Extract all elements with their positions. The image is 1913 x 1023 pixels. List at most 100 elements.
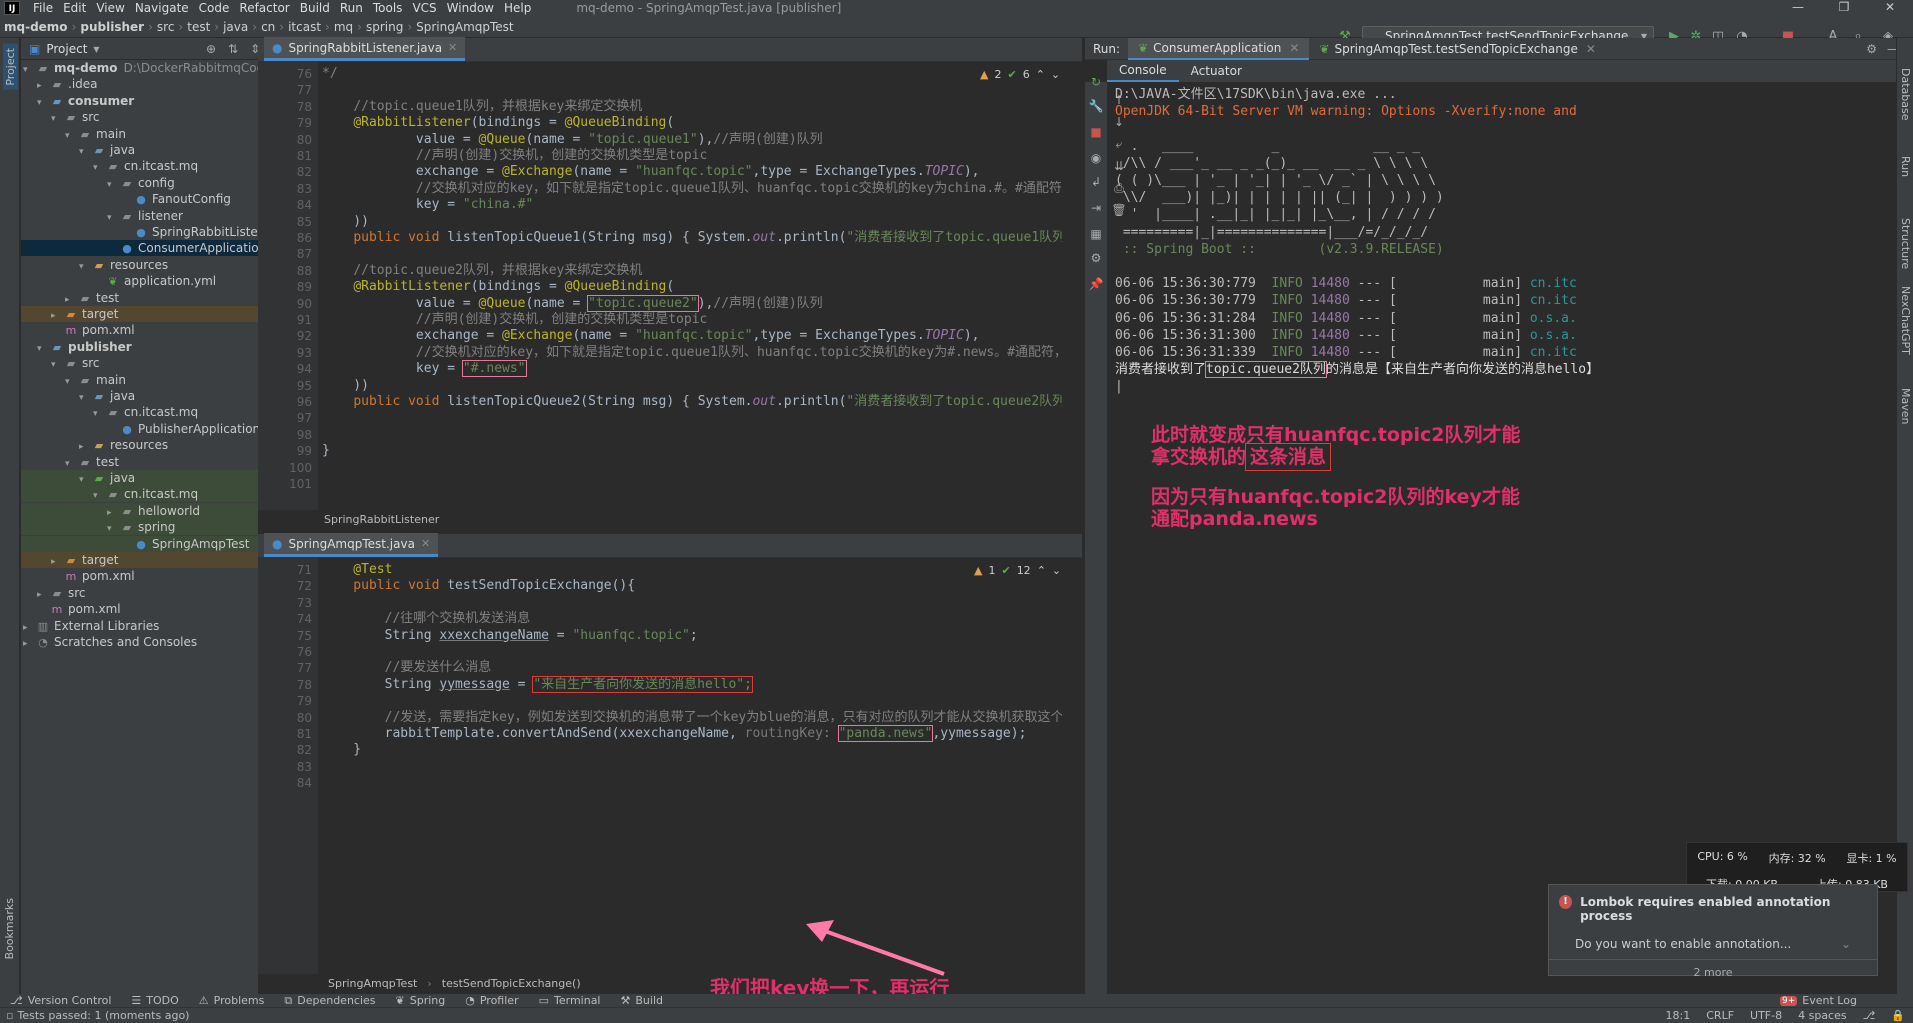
tab-actuator[interactable]: Actuator bbox=[1179, 64, 1254, 78]
tab-spring-amqp-test[interactable]: ● SpringAmqpTest.java ✕ bbox=[264, 533, 439, 557]
tool-window-profiler[interactable]: ◔ Profiler bbox=[455, 994, 528, 1007]
camera-icon[interactable]: ◉ bbox=[1088, 150, 1104, 166]
notification-body[interactable]: Do you want to enable annotation... bbox=[1575, 937, 1791, 951]
rerun-icon[interactable]: ↻ bbox=[1088, 74, 1104, 90]
chevron-down-icon[interactable]: ⌄ bbox=[1051, 68, 1060, 81]
tool-window-version-control[interactable]: ⎇ Version Control bbox=[0, 994, 121, 1007]
close-tab-icon[interactable]: ✕ bbox=[448, 41, 457, 54]
tree-item-label: src bbox=[82, 110, 100, 125]
code-line[interactable]: public void listenTopicQueue2(String msg… bbox=[322, 392, 1062, 412]
breadcrumb-item[interactable]: test bbox=[183, 20, 214, 34]
caret-position[interactable]: 18:1 bbox=[1658, 1009, 1699, 1022]
inspection-widget[interactable]: ▲ 2 ✔ 6 ⌃ ⌄ bbox=[980, 68, 1060, 81]
menu-code[interactable]: Code bbox=[194, 1, 235, 15]
more-notifications[interactable]: 2 more bbox=[1549, 959, 1877, 979]
run-tool-tab[interactable]: Run bbox=[1899, 156, 1912, 177]
settings-icon[interactable]: ⚙ bbox=[1088, 250, 1104, 266]
code-line[interactable]: } bbox=[322, 441, 330, 461]
tree-item-label: pom.xml bbox=[68, 602, 121, 617]
breadcrumb-item[interactable]: itcast bbox=[284, 20, 325, 34]
event-log-button[interactable]: 9+ Event Log bbox=[1780, 994, 1857, 1007]
menu-window[interactable]: Window bbox=[442, 1, 499, 15]
code-line[interactable]: String yymessage = "来自生产者向你发送的消息hello"; bbox=[322, 675, 753, 695]
close-tab-icon[interactable]: ✕ bbox=[1289, 41, 1299, 55]
layout-icon[interactable]: ▦ bbox=[1088, 226, 1104, 242]
breadcrumb-item[interactable]: publisher bbox=[76, 20, 148, 34]
close-window-icon[interactable]: ✕ bbox=[1867, 0, 1913, 16]
lock-icon[interactable]: 🔒 bbox=[1883, 1009, 1913, 1022]
close-tab-icon[interactable]: ✕ bbox=[1586, 42, 1596, 56]
chevron-right-icon[interactable]: ▸ bbox=[23, 636, 35, 652]
menu-run[interactable]: Run bbox=[335, 1, 368, 15]
chevron-up-icon[interactable]: ⌃ bbox=[1036, 68, 1045, 81]
minimize-icon[interactable]: — bbox=[1775, 0, 1821, 16]
target-icon[interactable]: ⊕ bbox=[206, 42, 216, 56]
code-line[interactable]: } bbox=[322, 740, 361, 760]
line-separator[interactable]: CRLF bbox=[1698, 1009, 1742, 1022]
menu-vcs[interactable]: VCS bbox=[407, 1, 441, 15]
breadcrumb-item[interactable]: src bbox=[153, 20, 179, 34]
collapse-all-icon[interactable]: ⇅ bbox=[228, 42, 238, 56]
code-line[interactable]: String xxexchangeName = "huanfqc.topic"; bbox=[322, 626, 698, 646]
exit-icon[interactable]: ⇥ bbox=[1088, 200, 1104, 216]
tab-consumer-application[interactable]: ❦ ConsumerApplication ✕ bbox=[1128, 37, 1310, 60]
status-message[interactable]: Tests passed: 1 (moments ago) bbox=[13, 1009, 189, 1022]
chevron-down-icon[interactable]: ⌄ bbox=[1052, 564, 1061, 577]
maven-tool-tab[interactable]: Maven bbox=[1899, 388, 1912, 424]
folder-icon: ▰ bbox=[94, 390, 104, 403]
menu-navigate[interactable]: Navigate bbox=[130, 1, 194, 15]
menu-refactor[interactable]: Refactor bbox=[234, 1, 294, 15]
chevron-down-icon[interactable]: ▾ bbox=[93, 42, 99, 56]
nexchatgpt-tool-tab[interactable]: NexChatGPT bbox=[1899, 286, 1912, 355]
restore-layout-icon[interactable]: ↲ bbox=[1088, 174, 1104, 190]
restore-icon[interactable]: ❐ bbox=[1821, 0, 1867, 16]
pin-icon[interactable]: 📌 bbox=[1088, 276, 1104, 292]
stop-icon[interactable]: ■ bbox=[1088, 124, 1104, 140]
tool-window-terminal[interactable]: ▭ Terminal bbox=[529, 994, 611, 1007]
menu-edit[interactable]: Edit bbox=[58, 1, 91, 15]
chevron-up-icon[interactable]: ⌃ bbox=[1037, 564, 1046, 577]
breadcrumb-item[interactable]: mq-demo bbox=[0, 20, 72, 34]
menu-file[interactable]: File bbox=[28, 1, 58, 15]
tab-spring-rabbit-listener[interactable]: ● SpringRabbitListener.java ✕ bbox=[264, 37, 466, 61]
project-tool-tab[interactable]: Project bbox=[3, 44, 18, 90]
project-panel-title[interactable]: Project bbox=[46, 42, 87, 56]
footer-method[interactable]: testSendTopicExchange() bbox=[442, 974, 581, 994]
wrench-icon[interactable]: 🔧 bbox=[1088, 98, 1104, 114]
code-line[interactable]: public void testSendTopicExchange(){ bbox=[322, 576, 635, 596]
code-area[interactable]: */ //topic.queue1队列，并根据key来绑定交换机 @Rabbit… bbox=[322, 62, 1062, 510]
menu-tools[interactable]: Tools bbox=[368, 1, 408, 15]
tool-window-spring[interactable]: ❦ Spring bbox=[386, 994, 456, 1007]
menu-build[interactable]: Build bbox=[295, 1, 335, 15]
tool-window-problems[interactable]: ⚠ Problems bbox=[189, 994, 275, 1007]
code-line[interactable]: rabbitTemplate.convertAndSend(xxexchange… bbox=[322, 724, 1026, 744]
breadcrumb-item[interactable]: mq bbox=[330, 20, 357, 34]
code-line[interactable]: public void listenTopicQueue1(String msg… bbox=[322, 228, 1062, 248]
menu-help[interactable]: Help bbox=[499, 1, 536, 15]
tab-spring-amqp-test[interactable]: ❦ SpringAmqpTest.testSendTopicExchange ✕ bbox=[1309, 38, 1606, 60]
database-tool-tab[interactable]: Database bbox=[1899, 68, 1912, 121]
chevron-down-icon[interactable]: ⌄ bbox=[1841, 937, 1851, 951]
structure-tool-tab[interactable]: Structure bbox=[1899, 218, 1912, 269]
gear-icon[interactable]: ⚙ bbox=[1866, 42, 1877, 56]
footer-class[interactable]: SpringAmqpTest bbox=[328, 974, 417, 994]
tool-window-build[interactable]: ⚒ Build bbox=[611, 994, 674, 1007]
close-tab-icon[interactable]: ✕ bbox=[421, 537, 430, 550]
bookmarks-tool-tab[interactable]: Bookmarks bbox=[3, 898, 16, 959]
breadcrumb-item[interactable]: spring bbox=[362, 20, 407, 34]
editor-footer-breadcrumb[interactable]: SpringRabbitListener bbox=[314, 510, 1082, 530]
breadcrumb-item[interactable]: java bbox=[219, 20, 252, 34]
tool-window-dependencies[interactable]: ⧉ Dependencies bbox=[274, 994, 385, 1008]
code-line[interactable]: */ bbox=[322, 64, 338, 84]
git-icon[interactable]: ⎇ bbox=[1855, 1009, 1884, 1022]
lombok-notification[interactable]: ! Lombok requires enabled annotation pro… bbox=[1548, 884, 1878, 979]
tab-console[interactable]: Console bbox=[1107, 60, 1179, 82]
menu-view[interactable]: View bbox=[91, 1, 129, 15]
breadcrumb-item[interactable]: cn bbox=[257, 20, 279, 34]
inspection-widget[interactable]: ▲ 1 ✔ 12 ⌃ ⌄ bbox=[974, 564, 1061, 577]
code-area[interactable]: @Test public void testSendTopicExchange(… bbox=[322, 558, 1062, 974]
tool-window-todo[interactable]: ☰ TODO bbox=[121, 994, 188, 1007]
breadcrumb-item[interactable]: SpringAmqpTest bbox=[412, 20, 518, 34]
file-encoding[interactable]: UTF-8 bbox=[1742, 1009, 1790, 1022]
indent-setting[interactable]: 4 spaces bbox=[1790, 1009, 1855, 1022]
